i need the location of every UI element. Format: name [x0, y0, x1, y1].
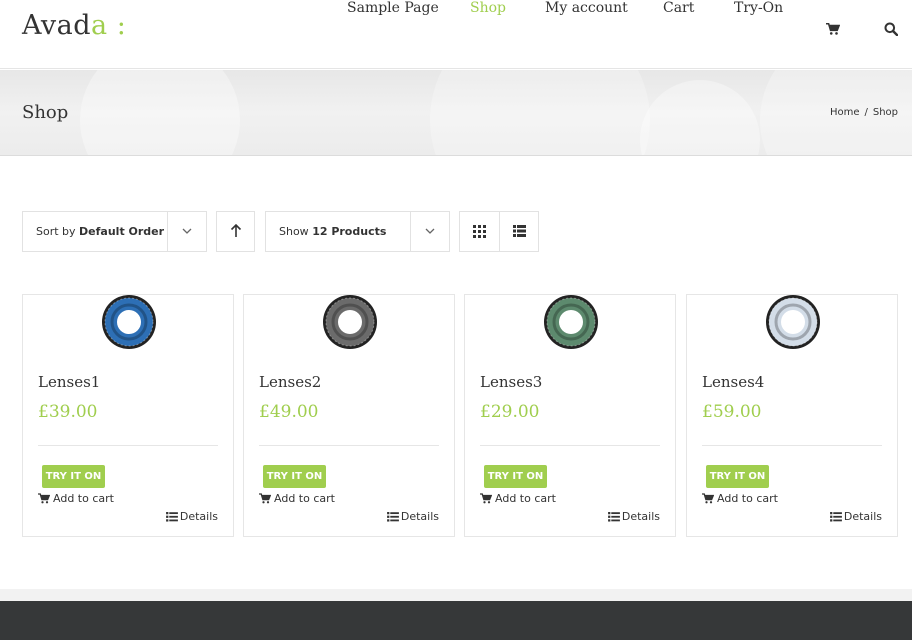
- product-image[interactable]: [98, 295, 160, 351]
- breadcrumb-separator: /: [864, 107, 868, 118]
- add-to-cart-button[interactable]: Add to cart: [702, 492, 778, 505]
- nav-sample-page[interactable]: Sample Page: [347, 0, 439, 16]
- details-label: Details: [621, 510, 660, 523]
- list-icon: [386, 512, 399, 522]
- try-it-on-button[interactable]: TRY IT ON: [263, 465, 326, 488]
- add-to-cart-button[interactable]: Add to cart: [259, 492, 335, 505]
- cart-icon: [702, 493, 715, 504]
- breadcrumb: Home / Shop: [830, 107, 898, 118]
- show-label: Show 12 Products: [279, 225, 386, 238]
- logo-colon: :: [116, 10, 127, 41]
- background-decoration: [640, 80, 760, 155]
- details-label: Details: [400, 510, 439, 523]
- site-header: Avada : Sample Page Shop My account Cart…: [0, 0, 912, 69]
- sort-dropdown[interactable]: Sort by Default Order: [22, 211, 207, 252]
- product-card: Lenses2 £49.00 TRY IT ON Add to cart Det…: [243, 294, 455, 537]
- product-price: £39.00: [38, 402, 98, 422]
- add-to-cart-label: Add to cart: [717, 492, 778, 505]
- divider: [702, 445, 882, 446]
- breadcrumb-current: Shop: [872, 107, 898, 118]
- nav-shop[interactable]: Shop: [470, 0, 506, 16]
- product-name[interactable]: Lenses3: [480, 373, 542, 391]
- sort-direction-button[interactable]: [216, 211, 255, 252]
- site-logo[interactable]: Avada :: [22, 10, 126, 41]
- details-label: Details: [179, 510, 218, 523]
- page-title-bar: Shop Home / Shop: [0, 70, 912, 156]
- nav-try-on[interactable]: Try-On: [734, 0, 783, 16]
- page-title: Shop: [22, 102, 69, 123]
- add-to-cart-button[interactable]: Add to cart: [480, 492, 556, 505]
- nav-cart[interactable]: Cart: [663, 0, 694, 16]
- sort-label: Sort by Default Order: [36, 225, 164, 238]
- product-price: £49.00: [259, 402, 319, 422]
- details-link[interactable]: Details: [386, 510, 439, 523]
- try-it-on-button[interactable]: TRY IT ON: [42, 465, 105, 488]
- details-label: Details: [843, 510, 882, 523]
- product-image[interactable]: [319, 295, 381, 351]
- product-name[interactable]: Lenses4: [702, 373, 764, 391]
- product-card: Lenses4 £59.00 TRY IT ON Add to cart Det…: [686, 294, 898, 537]
- grid-view-icon: [473, 225, 486, 238]
- view-toggle: [459, 211, 539, 252]
- cart-icon: [480, 493, 493, 504]
- details-link[interactable]: Details: [829, 510, 882, 523]
- try-it-on-button[interactable]: TRY IT ON: [706, 465, 769, 488]
- footer-spacer: [0, 589, 912, 601]
- list-icon: [165, 512, 178, 522]
- sort-value: Default Order: [79, 225, 165, 238]
- product-price: £59.00: [702, 402, 762, 422]
- add-to-cart-button[interactable]: Add to cart: [38, 492, 114, 505]
- product-image[interactable]: [762, 295, 824, 351]
- try-it-on-button[interactable]: TRY IT ON: [484, 465, 547, 488]
- arrow-up-icon: [230, 224, 242, 237]
- divider: [259, 445, 439, 446]
- cart-icon: [259, 493, 272, 504]
- nav-my-account[interactable]: My account: [545, 0, 628, 16]
- cart-icon[interactable]: [826, 22, 840, 36]
- divider: [38, 445, 218, 446]
- product-name[interactable]: Lenses1: [38, 373, 100, 391]
- chevron-down-icon[interactable]: [425, 226, 435, 236]
- list-icon: [829, 512, 842, 522]
- divider: [167, 212, 168, 251]
- search-icon[interactable]: [884, 22, 898, 36]
- show-prefix: Show: [279, 225, 309, 238]
- divider: [480, 445, 660, 446]
- logo-text: Avada: [22, 10, 108, 41]
- list-view-icon: [513, 225, 526, 237]
- show-count-dropdown[interactable]: Show 12 Products: [265, 211, 450, 252]
- add-to-cart-label: Add to cart: [274, 492, 335, 505]
- sort-prefix: Sort by: [36, 225, 76, 238]
- details-link[interactable]: Details: [607, 510, 660, 523]
- list-view-button[interactable]: [500, 212, 540, 251]
- add-to-cart-label: Add to cart: [53, 492, 114, 505]
- product-image[interactable]: [540, 295, 602, 351]
- logo-accent-letter: a: [91, 10, 108, 41]
- breadcrumb-home[interactable]: Home: [830, 107, 860, 118]
- add-to-cart-label: Add to cart: [495, 492, 556, 505]
- list-icon: [607, 512, 620, 522]
- product-price: £29.00: [480, 402, 540, 422]
- product-name[interactable]: Lenses2: [259, 373, 321, 391]
- product-card: Lenses3 £29.00 TRY IT ON Add to cart Det…: [464, 294, 676, 537]
- site-footer: [0, 601, 912, 640]
- divider: [410, 212, 411, 251]
- chevron-down-icon[interactable]: [182, 226, 192, 236]
- details-link[interactable]: Details: [165, 510, 218, 523]
- background-decoration: [430, 70, 650, 155]
- grid-view-button[interactable]: [460, 212, 500, 251]
- background-decoration: [80, 70, 240, 155]
- product-card: Lenses1 £39.00 TRY IT ON Add to cart Det…: [22, 294, 234, 537]
- cart-icon: [38, 493, 51, 504]
- show-value: 12 Products: [312, 225, 387, 238]
